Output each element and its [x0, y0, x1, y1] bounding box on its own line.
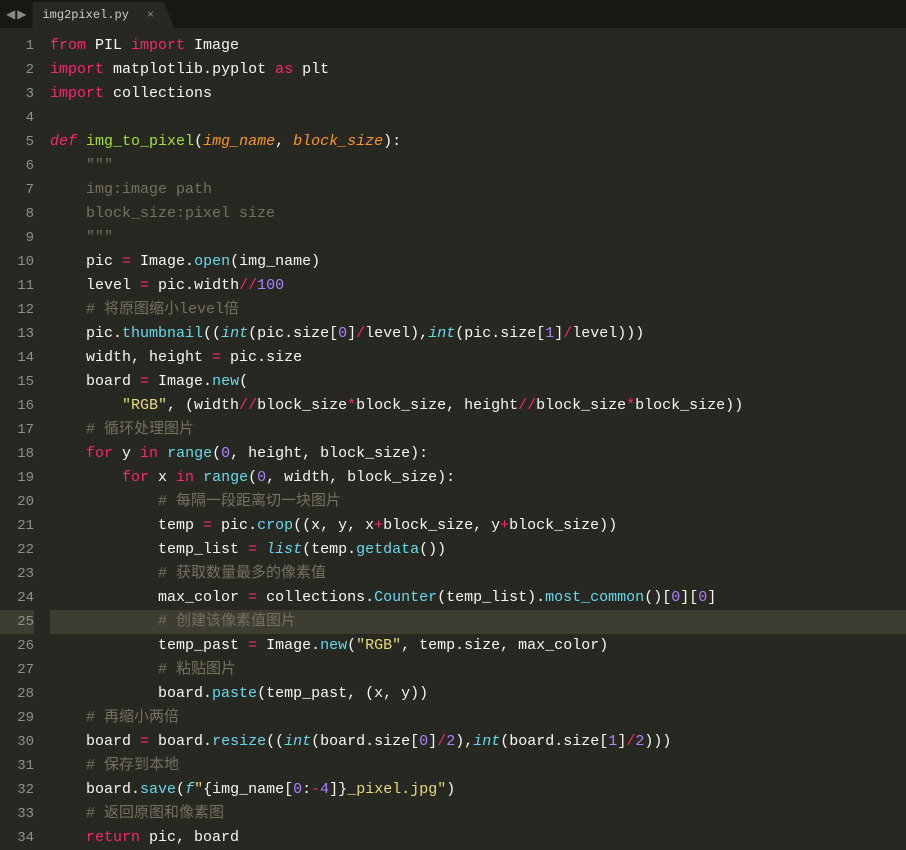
- line-number: 22: [0, 538, 34, 562]
- line-gutter: 1234567891011121314151617181920212223242…: [0, 28, 42, 848]
- line-number: 10: [0, 250, 34, 274]
- line-number: 26: [0, 634, 34, 658]
- code-line[interactable]: # 创建该像素值图片: [50, 610, 906, 634]
- code-line[interactable]: def img_to_pixel(img_name, block_size):: [50, 130, 906, 154]
- line-number: 28: [0, 682, 34, 706]
- code-line[interactable]: temp_past = Image.new("RGB", temp.size, …: [50, 634, 906, 658]
- line-number: 31: [0, 754, 34, 778]
- code-line[interactable]: board.paste(temp_past, (x, y)): [50, 682, 906, 706]
- code-line[interactable]: for x in range(0, width, block_size):: [50, 466, 906, 490]
- code-line[interactable]: # 获取数量最多的像素值: [50, 562, 906, 586]
- line-number: 21: [0, 514, 34, 538]
- line-number: 16: [0, 394, 34, 418]
- code-line[interactable]: pic.thumbnail((int(pic.size[0]/level),in…: [50, 322, 906, 346]
- code-line[interactable]: board = Image.new(: [50, 370, 906, 394]
- code-line[interactable]: from PIL import Image: [50, 34, 906, 58]
- code-area[interactable]: from PIL import Imageimport matplotlib.p…: [42, 28, 906, 848]
- file-tab[interactable]: img2pixel.py ×: [32, 2, 174, 28]
- line-number: 32: [0, 778, 34, 802]
- tab-bar: ◀ ▶ img2pixel.py ×: [0, 0, 906, 28]
- line-number: 15: [0, 370, 34, 394]
- line-number: 34: [0, 826, 34, 850]
- code-line[interactable]: temp = pic.crop((x, y, x+block_size, y+b…: [50, 514, 906, 538]
- code-line[interactable]: # 循环处理图片: [50, 418, 906, 442]
- code-line[interactable]: board = board.resize((int(board.size[0]/…: [50, 730, 906, 754]
- code-line[interactable]: max_color = collections.Counter(temp_lis…: [50, 586, 906, 610]
- code-line[interactable]: "RGB", (width//block_size*block_size, he…: [50, 394, 906, 418]
- code-line[interactable]: # 将原图缩小level倍: [50, 298, 906, 322]
- line-number: 13: [0, 322, 34, 346]
- code-line[interactable]: # 再缩小两倍: [50, 706, 906, 730]
- line-number: 19: [0, 466, 34, 490]
- code-line[interactable]: board.save(f"{img_name[0:-4]}_pixel.jpg"…: [50, 778, 906, 802]
- code-line[interactable]: import matplotlib.pyplot as plt: [50, 58, 906, 82]
- tab-nav-right-icon[interactable]: ▶: [17, 7, 26, 22]
- code-line[interactable]: """: [50, 226, 906, 250]
- code-line[interactable]: pic = Image.open(img_name): [50, 250, 906, 274]
- line-number: 20: [0, 490, 34, 514]
- line-number: 6: [0, 154, 34, 178]
- line-number: 3: [0, 82, 34, 106]
- code-line[interactable]: # 每隔一段距离切一块图片: [50, 490, 906, 514]
- line-number: 30: [0, 730, 34, 754]
- line-number: 5: [0, 130, 34, 154]
- line-number: 24: [0, 586, 34, 610]
- code-line[interactable]: block_size:pixel size: [50, 202, 906, 226]
- code-line[interactable]: # 返回原图和像素图: [50, 802, 906, 826]
- line-number: 7: [0, 178, 34, 202]
- code-line[interactable]: level = pic.width//100: [50, 274, 906, 298]
- code-line[interactable]: for y in range(0, height, block_size):: [50, 442, 906, 466]
- line-number: 9: [0, 226, 34, 250]
- code-line[interactable]: import collections: [50, 82, 906, 106]
- code-line[interactable]: # 粘贴图片: [50, 658, 906, 682]
- code-line[interactable]: # 保存到本地: [50, 754, 906, 778]
- code-line[interactable]: width, height = pic.size: [50, 346, 906, 370]
- line-number: 18: [0, 442, 34, 466]
- line-number: 14: [0, 346, 34, 370]
- code-line[interactable]: return pic, board: [50, 826, 906, 848]
- editor: 1234567891011121314151617181920212223242…: [0, 28, 906, 848]
- line-number: 8: [0, 202, 34, 226]
- tab-nav-arrows: ◀ ▶: [0, 7, 32, 22]
- code-line[interactable]: """: [50, 154, 906, 178]
- line-number: 4: [0, 106, 34, 130]
- code-line[interactable]: img:image path: [50, 178, 906, 202]
- line-number: 12: [0, 298, 34, 322]
- tab-filename: img2pixel.py: [42, 8, 128, 22]
- line-number: 2: [0, 58, 34, 82]
- line-number: 11: [0, 274, 34, 298]
- code-line[interactable]: temp_list = list(temp.getdata()): [50, 538, 906, 562]
- line-number: 23: [0, 562, 34, 586]
- line-number: 25: [0, 610, 34, 634]
- line-number: 29: [0, 706, 34, 730]
- line-number: 33: [0, 802, 34, 826]
- line-number: 17: [0, 418, 34, 442]
- tab-nav-left-icon[interactable]: ◀: [6, 7, 15, 22]
- close-icon[interactable]: ×: [147, 8, 154, 22]
- line-number: 27: [0, 658, 34, 682]
- line-number: 1: [0, 34, 34, 58]
- code-line[interactable]: [50, 106, 906, 130]
